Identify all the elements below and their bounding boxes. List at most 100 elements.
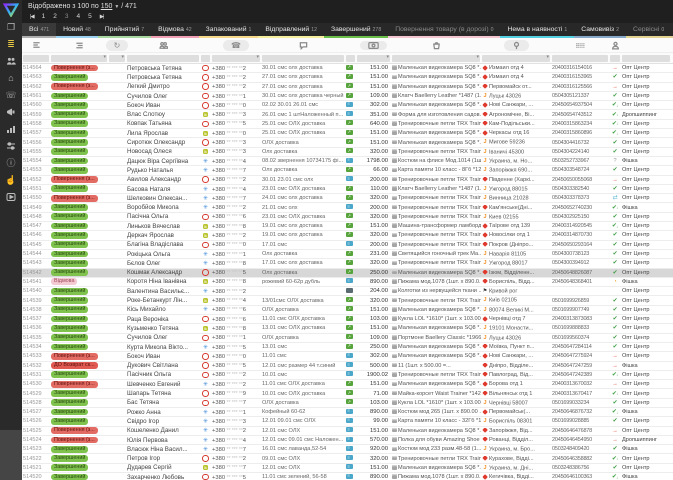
table-row[interactable]: 514532 ДО Возврат ск... Дукович Світлана… (22, 361, 673, 371)
filter-tracking[interactable] (552, 54, 608, 62)
page-size-dropdown[interactable]: 150 (101, 3, 113, 10)
table-row[interactable]: 514521 Завершений Дударев Сергій +380 **… (22, 463, 673, 474)
page-number[interactable]: 3 (65, 13, 69, 20)
filter-product[interactable] (392, 54, 480, 62)
settings-sliders-icon[interactable] (0, 137, 22, 154)
table-row[interactable]: 514538 Завершений Кісь Михайло +380 ** *… (22, 305, 673, 316)
form-icon[interactable] (22, 41, 50, 50)
table-row[interactable]: 514531 Завершений Пасічник Ольга +380 **… (22, 370, 673, 381)
company-icon[interactable]: ⌂ (0, 69, 22, 86)
support-hand-icon[interactable]: ☝ (0, 171, 22, 188)
filter-track-status[interactable] (610, 54, 620, 62)
table-row[interactable]: 514537 Завершений Раца Вероніка +380 ** … (22, 315, 673, 325)
table-row[interactable]: 514534 Завершений Курта Микола Вікто... … (22, 342, 673, 353)
table-row[interactable]: 514543 Завершений Бєлов Олег +380 ** ***… (22, 259, 673, 269)
filter-id[interactable] (23, 54, 49, 62)
table-row[interactable]: 514548 Завершений Пасічна Ольга +380 ** … (22, 212, 673, 223)
table-row[interactable]: 514542 Завершений Кошмак Александр +380 … (22, 268, 673, 278)
table-row[interactable]: 514520 Завершений Захарченко Любовь +380… (22, 473, 673, 480)
table-row[interactable]: 514544 Завершений Рокіцька Ольга +380 **… (22, 249, 673, 260)
money-icon[interactable] (356, 40, 391, 50)
table-row[interactable]: 514557 Завершений Лила Ярослав +380 ** *… (22, 129, 673, 139)
status-tab[interactable]: Самовивіз 2 (574, 23, 627, 38)
status-tab[interactable]: Нема в наявності 1 (500, 23, 575, 38)
filter-flag[interactable] (109, 54, 125, 62)
table-row[interactable]: 514523 Завершений Власюк Ніна Васил... +… (22, 445, 673, 455)
page-number[interactable]: 4 (77, 13, 81, 20)
table-row[interactable]: 514525 Повернення (з... Кошеленко Данил … (22, 426, 673, 436)
table-row[interactable]: 514554 Завершений Дацюк Віра Сергіївна +… (22, 156, 673, 167)
last-page-button[interactable]: ▶| (100, 14, 105, 20)
page-number[interactable]: 2 (53, 13, 57, 20)
table-row[interactable]: 514541 Відмова Коротя Ніна Іванівна +380… (22, 277, 673, 288)
table-row[interactable]: 514530 Повернення (з... Шевченко Евгений… (22, 380, 673, 390)
status-list-icon[interactable] (50, 41, 108, 50)
status-tab[interactable]: Повернення товару (в дорозі) 0 (388, 23, 501, 38)
table-row[interactable]: 514546 Завершений Деркач Ярослав +380 **… (22, 231, 673, 241)
barcode-icon[interactable] (551, 41, 609, 50)
table-row[interactable]: 514558 Завершений Ковпак Татьяна +380 **… (22, 119, 673, 130)
table-row[interactable]: 514553 Завершений Рудько Наталья +380 **… (22, 166, 673, 176)
table-row[interactable]: 514563 Завершений Петровська Тетяна +380… (22, 73, 673, 83)
filter-name[interactable] (127, 54, 199, 62)
table-row[interactable]: 514562 Повернення (з... Легкий Дмитро +3… (22, 82, 673, 92)
table-row[interactable]: 514524 Повернення (з... Юлія Первова +38… (22, 435, 673, 446)
table-row[interactable]: 514528 Завершений Бас Тетяна +380 ** ***… (22, 398, 673, 408)
status-tab[interactable]: Всі 471 (22, 23, 57, 38)
status-tab[interactable]: Новий 48 (56, 23, 98, 38)
info-icon[interactable]: ⓘ (0, 154, 22, 171)
filter-status[interactable] (51, 54, 107, 62)
callback-icon[interactable]: ↻ (105, 39, 129, 51)
customers-icon[interactable] (126, 41, 200, 50)
table-row[interactable]: 514545 Завершений Благіна Владіслава +38… (22, 240, 673, 250)
filter-company[interactable] (622, 54, 670, 62)
page-number[interactable]: 1 (42, 13, 46, 20)
cart-bag-icon[interactable] (391, 41, 481, 50)
location-pin-icon[interactable] (481, 39, 551, 51)
filter-note[interactable] (262, 54, 344, 62)
table-row[interactable]: 514522 Завершений Петров Ігор +380 ** **… (22, 454, 673, 464)
stats-icon[interactable] (0, 120, 22, 137)
table-row[interactable]: 514549 Завершений Воробйов Микола +380 *… (22, 203, 673, 213)
table-row[interactable]: 514560 Завершений Бокоч Иван +380 ** ***… (22, 101, 673, 111)
status-tab[interactable]: Завершений 278 (323, 23, 389, 38)
filter-payment[interactable] (346, 54, 355, 62)
chevron-down-icon[interactable]: ▼ (114, 4, 119, 10)
table-row[interactable]: 514539 Завершений Роке-Бетанкурт Лін... … (22, 296, 673, 306)
table-row[interactable]: 514555 Завершений Новосад Олеся +380 ** … (22, 147, 673, 157)
page-number[interactable]: 5 (88, 13, 92, 20)
status-tab[interactable]: Запакований 1 (198, 23, 259, 38)
dashboard-icon[interactable]: ❐ (0, 18, 22, 35)
status-tab[interactable]: Прийнятий 7 (97, 23, 152, 38)
filter-destination[interactable] (482, 54, 550, 62)
table-row[interactable]: 514550 Повернення (з... Шелковин Олексан… (22, 194, 673, 204)
status-tab[interactable]: Сервісні 0 (626, 23, 672, 38)
marketing-icon[interactable] (0, 103, 22, 120)
app-logo[interactable] (3, 2, 19, 18)
table-row[interactable]: 514536 Завершений Кузьменко Тетяна +380 … (22, 324, 673, 334)
clients-icon[interactable] (0, 52, 22, 69)
table-row[interactable]: 514561 Завершений Сучилов Олег +380 ** *… (22, 91, 673, 102)
table-row[interactable]: 514540 Завершений Валентина Васильє... +… (22, 287, 673, 297)
table-row[interactable]: 514533 Повернення (з... Бокоч Иван +380 … (22, 352, 673, 362)
table-row[interactable]: 514529 Завершений Шапарь Тетяна +380 ** … (22, 389, 673, 399)
table-row[interactable]: 514526 Завершений Свідро Ігор +380 ** **… (22, 417, 673, 427)
table-row[interactable]: 514552 Повернення (з... Авилов Александр… (22, 175, 673, 185)
status-tab[interactable]: Відмова 42 (151, 23, 199, 38)
table-row[interactable]: 514556 Завершений Сиротюк Олександр +380… (22, 138, 673, 148)
filter-source[interactable] (201, 54, 210, 62)
filter-price[interactable] (357, 54, 390, 62)
table-row[interactable]: 514527 Завершений Рожко Анна +380 ** ***… (22, 407, 673, 418)
table-row[interactable]: 514535 Завершений Сучилов Олег +380 ** *… (22, 333, 673, 343)
table-row[interactable]: 514564 Повернення (з... Петровська Тетян… (22, 64, 673, 74)
orders-icon[interactable]: ≣ (0, 35, 22, 52)
status-tab[interactable]: Відправлений 12 (258, 23, 324, 38)
filter-phone[interactable] (212, 54, 260, 62)
calls-icon[interactable]: ☏ (0, 86, 22, 103)
table-row[interactable]: 514547 Завершений Линьков Вячеслав +380 … (22, 222, 673, 232)
table-row[interactable]: 514559 Завершений Влас Слотюу +380 ** **… (22, 110, 673, 120)
first-page-button[interactable]: |◀ (30, 14, 35, 20)
comment-icon[interactable] (261, 41, 345, 50)
manager-icon[interactable] (609, 41, 621, 50)
phone-icon[interactable]: ☎ (211, 39, 261, 51)
